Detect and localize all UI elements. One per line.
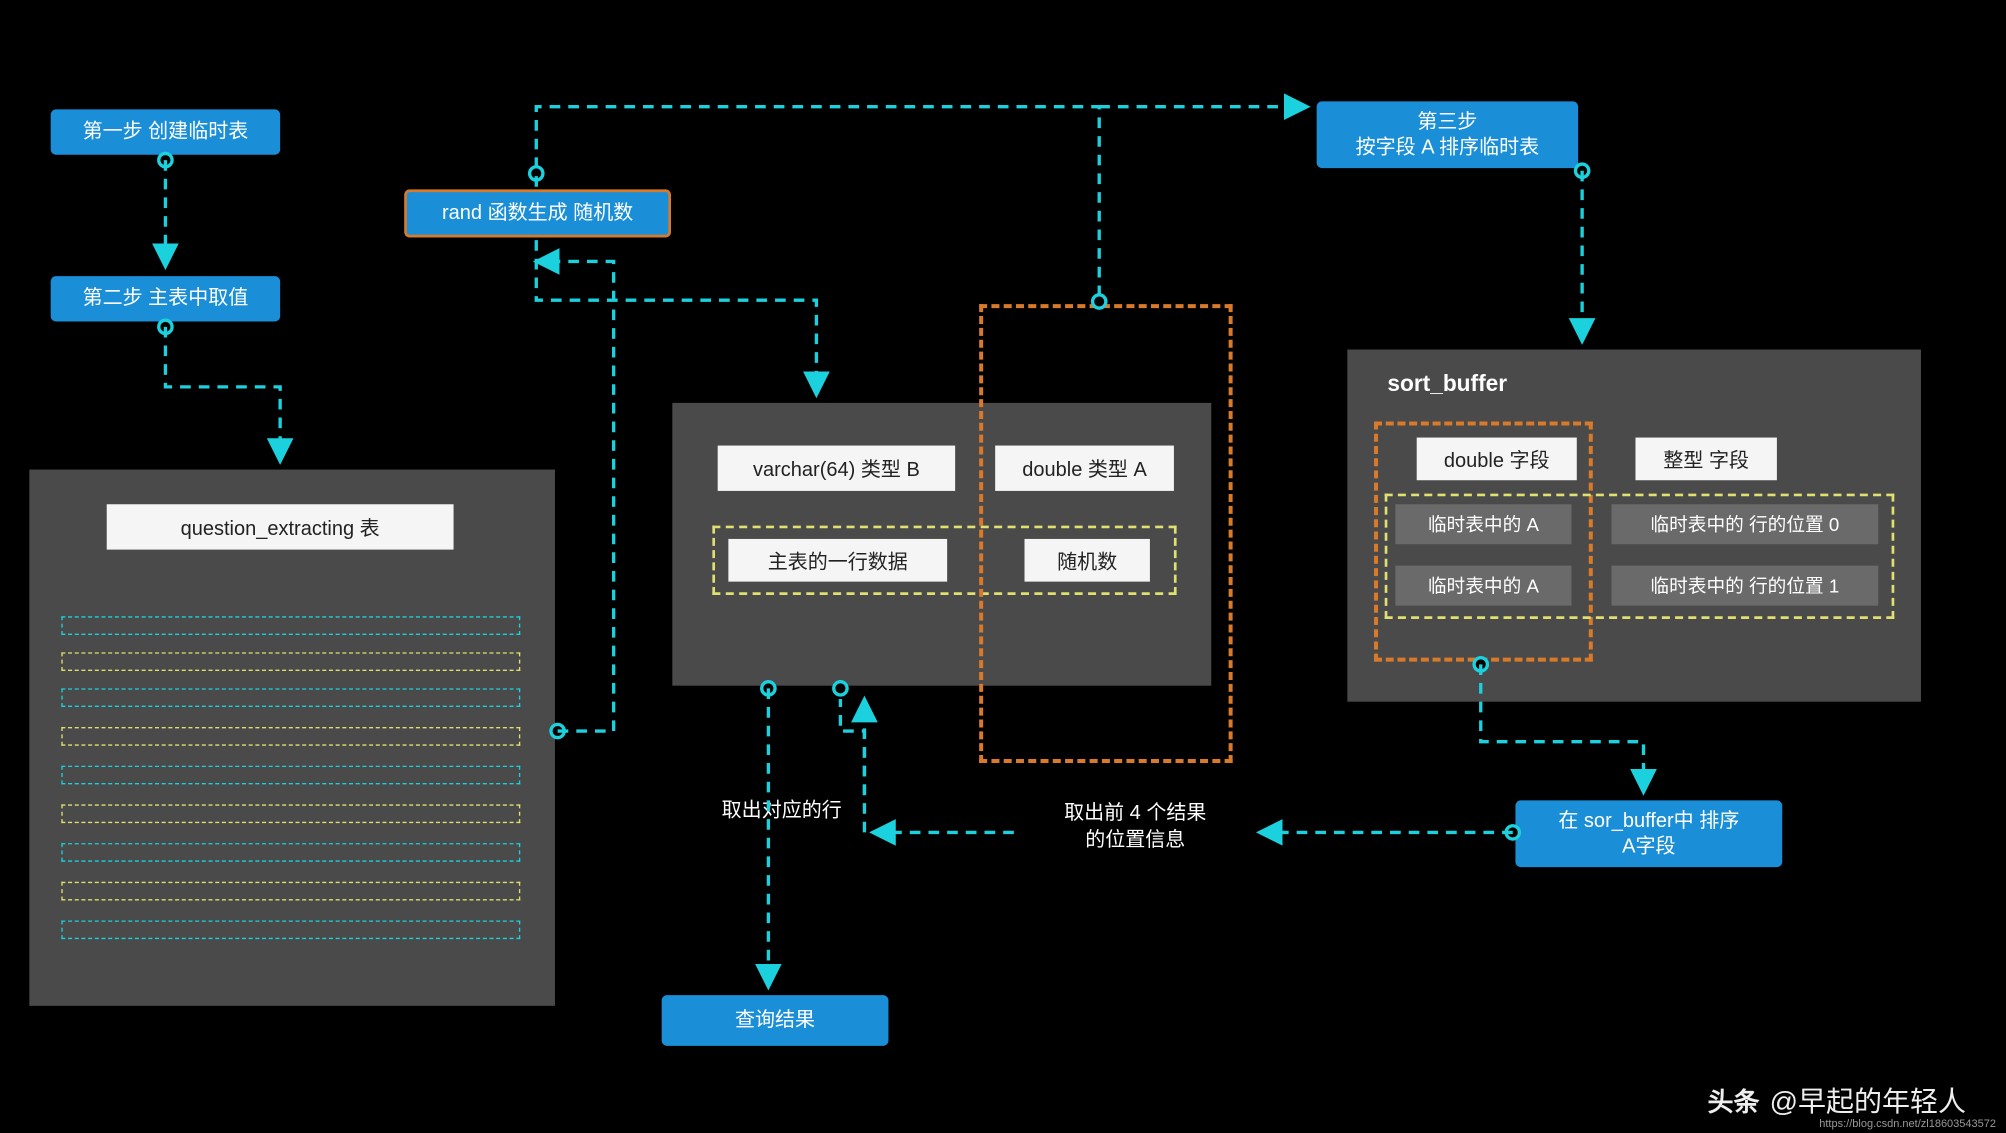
- watermark: 头条 @早起的年轻人: [1708, 1080, 1966, 1120]
- varchar-b-cell: varchar(64) 类型 B: [718, 446, 955, 491]
- table-row: [61, 882, 520, 901]
- take-row-label: 取出对应的行: [702, 798, 862, 824]
- watermark-author: @早起的年轻人: [1770, 1080, 1966, 1120]
- int-field-cell: 整型 字段: [1635, 438, 1776, 481]
- table-row: [61, 843, 520, 862]
- left-panel-title: question_extracting 表: [107, 504, 454, 549]
- step3-line2: 按字段 A 排序临时表: [1356, 135, 1539, 161]
- sort-action-line2: A字段: [1622, 834, 1675, 860]
- table-row: [61, 616, 520, 635]
- step1-node: 第一步 创建临时表: [51, 109, 280, 154]
- result-node: 查询结果: [662, 995, 889, 1046]
- table-row: [61, 652, 520, 671]
- rand-label: rand 函数生成 随机数: [442, 200, 633, 226]
- table-row: [61, 688, 520, 707]
- step2-node: 第二步 主表中取值: [51, 276, 280, 321]
- sort-buffer-title: sort_buffer: [1387, 371, 1507, 398]
- step2-label: 第二步 主表中取值: [83, 286, 249, 312]
- step3-line1: 第三步: [1417, 109, 1477, 135]
- table-row: [61, 804, 520, 823]
- orange-dash-mid: [979, 304, 1232, 763]
- table-row: [61, 766, 520, 785]
- sort-action-node: 在 sor_buffer中 排序 A字段: [1515, 800, 1782, 867]
- step1-label: 第一步 创建临时表: [83, 119, 249, 145]
- watermark-url: https://blog.csdn.net/zl18603543572: [1819, 1118, 1996, 1130]
- step3-node: 第三步 按字段 A 排序临时表: [1317, 101, 1578, 168]
- watermark-head: 头条: [1708, 1082, 1760, 1119]
- rand-node: rand 函数生成 随机数: [404, 189, 671, 237]
- take4-label: 取出前 4 个结果 的位置信息: [1022, 800, 1249, 852]
- table-row: [61, 727, 520, 746]
- result-label: 查询结果: [735, 1008, 815, 1034]
- sort-action-line1: 在 sor_buffer中 排序: [1558, 808, 1739, 834]
- table-row: [61, 920, 520, 939]
- yellow-dash-sb: [1385, 494, 1895, 619]
